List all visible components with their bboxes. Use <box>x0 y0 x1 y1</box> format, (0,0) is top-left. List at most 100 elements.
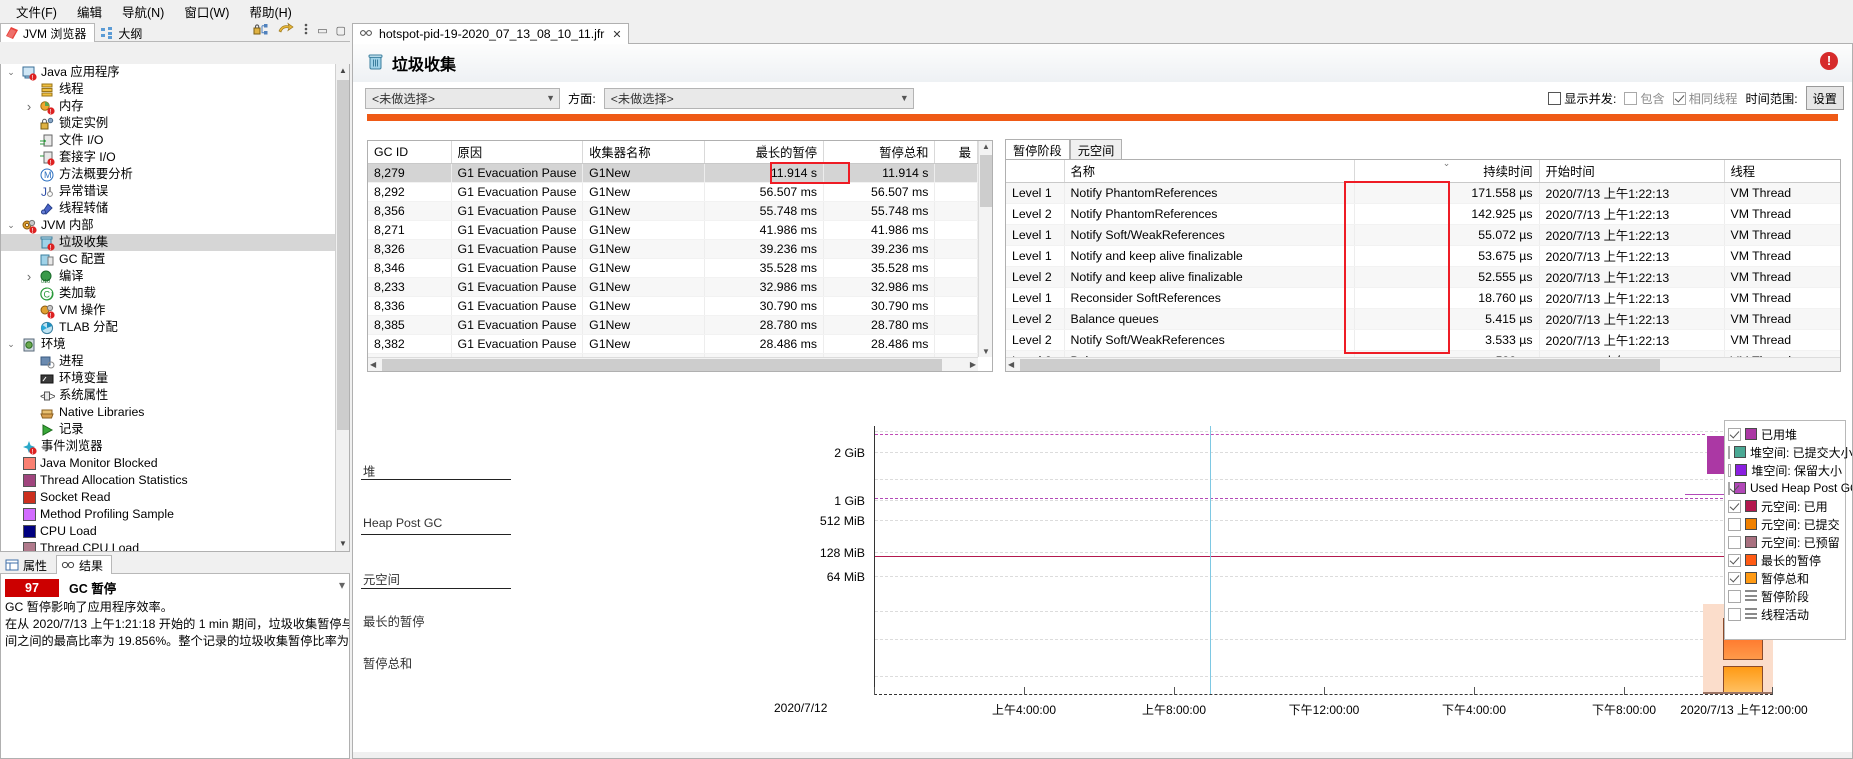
legend-item[interactable]: Used Heap Post GC <box>1728 479 1852 497</box>
tree-item-jvm[interactable]: ⌄! JVM 内部 <box>1 217 335 234</box>
tree-item-[interactable]: 线程转储 <box>1 200 335 217</box>
gc-column-header[interactable]: 原因 <box>451 141 584 164</box>
tree-item-[interactable]: C 类加载 <box>1 285 335 302</box>
scroll-thumb[interactable] <box>980 155 992 207</box>
menu-item-help[interactable]: 帮助(H) <box>239 0 301 23</box>
legend-checkbox[interactable] <box>1728 445 1730 459</box>
phase-column-header[interactable]: 开始时间 <box>1539 160 1725 183</box>
show-concurrent-checkbox[interactable]: 显示并发: <box>1548 89 1616 107</box>
table-row[interactable]: 8,326 G1 Evacuation Pause G1New 39.236 ms 39… <box>368 239 978 259</box>
legend-checkbox[interactable] <box>1728 535 1741 549</box>
lock-toolbar-icon[interactable] <box>253 23 269 39</box>
tab-jvm-browser[interactable]: JVM 浏览器 <box>0 23 96 42</box>
table-row[interactable]: 8,346 G1 Evacuation Pause G1New 35.528 ms 35… <box>368 258 978 278</box>
chevron-right-icon[interactable]: › <box>23 269 35 284</box>
tree-item-i-o[interactable]: 文件 I/O <box>1 132 335 149</box>
phase-column-header[interactable] <box>1006 160 1065 183</box>
legend-item[interactable]: 暂停阶段 <box>1728 587 1842 605</box>
scroll-down-arrow[interactable]: ▼ <box>982 347 990 356</box>
legend-checkbox[interactable] <box>1728 427 1741 441</box>
legend-checkbox[interactable] <box>1728 553 1741 567</box>
gc-table-hscrollbar[interactable]: ◀ ▶ <box>368 357 978 371</box>
tree-item-gc[interactable]: GC 配置 <box>1 251 335 268</box>
tab-outline[interactable]: 大纲 <box>95 23 151 42</box>
phase-column-header[interactable]: 线程 <box>1724 160 1840 183</box>
tree-item-[interactable]: 进程 <box>1 353 335 370</box>
table-row[interactable]: 8,382 G1 Evacuation Pause G1New 28.486 ms 28… <box>368 334 978 354</box>
tree-item-[interactable]: 记录 <box>1 421 335 438</box>
tree-item-[interactable]: ! 事件浏览器 <box>1 438 335 455</box>
scroll-left-arrow[interactable]: ◀ <box>370 360 376 369</box>
tree-item-java[interactable]: ⌄! Java 应用程序 <box>1 64 335 81</box>
tree-item-[interactable]: ›! 内存 <box>1 98 335 115</box>
menu-item-navigate[interactable]: 导航(N) <box>112 0 174 23</box>
maximize-icon[interactable]: ▢ <box>336 24 346 37</box>
legend-item[interactable]: 元空间: 已用 <box>1728 497 1842 515</box>
phase-column-header[interactable]: 持续时间 ⌄ <box>1354 160 1540 183</box>
table-row[interactable]: Level 1 Notify and keep alive finalizable… <box>1006 245 1840 267</box>
collapse-icon[interactable]: ▾ <box>339 578 345 592</box>
tree-item-thread-allocation-statistics[interactable]: Thread Allocation Statistics <box>1 472 335 489</box>
table-row[interactable]: Level 2 Balance queues 5.415 µs 2020/7/13 上… <box>1006 308 1840 330</box>
table-row[interactable]: Level 1 Reconsider SoftReferences 18.760 µ… <box>1006 287 1840 309</box>
scroll-up-arrow[interactable]: ▲ <box>982 142 990 151</box>
menu-item-edit[interactable]: 编辑 <box>67 0 112 23</box>
legend-item[interactable]: 堆空间: 已提交大小 <box>1728 443 1852 461</box>
gc-table[interactable]: GC ID 原因 收集器名称 最长的暂停 ⌄ 暂停总和最 8,279 G1 Evacuati… <box>367 140 993 372</box>
tree-item-[interactable]: J 异常错误 <box>1 183 335 200</box>
chart-cursor-line[interactable] <box>1210 426 1211 694</box>
tree-item-method-profiling-sample[interactable]: Method Profiling Sample <box>1 506 335 523</box>
menu-item-file[interactable]: 文件(F) <box>6 0 67 23</box>
settings-button[interactable]: 设置 <box>1805 86 1844 110</box>
phase-table[interactable]: 名称 持续时间 ⌄ 开始时间 线程 Level 1 Notify PhantomRefer… <box>1005 159 1841 372</box>
scroll-thumb[interactable] <box>382 359 942 371</box>
legend-checkbox[interactable] <box>1728 463 1732 477</box>
gc-column-header[interactable]: 收集器名称 <box>582 141 705 164</box>
tree-item-[interactable]: ! 垃圾收集 <box>1 234 335 251</box>
legend-checkbox[interactable] <box>1728 607 1741 621</box>
gc-column-header[interactable]: GC ID <box>368 141 452 164</box>
tree-item-i-o[interactable]: ! 套接字 I/O <box>1 149 335 166</box>
table-row[interactable]: Level 2 Notify and keep alive finalizable… <box>1006 266 1840 288</box>
same-thread-checkbox[interactable]: 相同线程 <box>1672 89 1737 107</box>
refresh-arrow-icon[interactable] <box>277 22 295 39</box>
timeline-chart[interactable]: 堆 Heap Post GC 元空间 最长的暂停 暂停总和 2 GiB 1 Gi… <box>353 410 1852 758</box>
table-row[interactable]: Level 1 Notify Soft/WeakReferences 55.072 … <box>1006 224 1840 246</box>
editor-tab-jfr[interactable]: hotspot-pid-19-2020_07_13_08_10_11.jfr ✕ <box>352 23 629 44</box>
tree-item-socket-read[interactable]: Socket Read <box>1 489 335 506</box>
tree-vertical-scrollbar[interactable]: ▲ ▼ <box>335 64 349 551</box>
table-row[interactable]: 8,292 G1 Evacuation Pause G1New 56.507 ms 56… <box>368 182 978 202</box>
table-row[interactable]: 8,336 G1 Evacuation Pause G1New 30.790 ms 30… <box>368 296 978 316</box>
tree-item-[interactable]: ⌄ 环境 <box>1 336 335 353</box>
legend-checkbox[interactable] <box>1728 517 1741 531</box>
chevron-down-icon[interactable]: ⌄ <box>5 67 17 78</box>
tree-item-thread-cpu-load[interactable]: Thread CPU Load <box>1 540 335 551</box>
legend-checkbox[interactable] <box>1728 481 1730 495</box>
chart-legend[interactable]: 已用堆 堆空间: 已提交大小 堆空间: 保留大小 Used Heap Post GC 元… <box>1724 420 1852 640</box>
chart-plot-area[interactable] <box>875 426 1773 694</box>
tree-item-[interactable]: <>系统属性 <box>1 387 335 404</box>
jvm-browser-tree[interactable]: ⌄! Java 应用程序 线程 ›! 内存 锁定实例 文件 I/O! 套接字 I/O M 方法概要… <box>0 64 350 552</box>
phase-table-hscrollbar[interactable]: ◀ <box>1006 357 1840 371</box>
legend-item[interactable]: 元空间: 已提交 <box>1728 515 1842 533</box>
table-row[interactable]: Level 1 Notify PhantomReferences 171.558 µ… <box>1006 182 1840 204</box>
legend-item[interactable]: 已用堆 <box>1728 425 1842 443</box>
tree-item-native-libraries[interactable]: Native Libraries <box>1 404 335 421</box>
gc-table-vscrollbar[interactable]: ▲ ▼ <box>978 141 992 357</box>
legend-checkbox[interactable] <box>1728 571 1741 585</box>
chevron-down-icon[interactable]: ⌄ <box>5 339 17 350</box>
error-badge[interactable]: ! <box>1820 52 1838 70</box>
tab-pause-phases[interactable]: 暂停阶段 <box>1005 139 1070 160</box>
scroll-up-arrow[interactable]: ▲ <box>336 64 349 78</box>
phase-column-header[interactable]: 名称 <box>1064 160 1355 183</box>
primary-filter-combo[interactable]: <未做选择> ▼ <box>365 87 560 109</box>
legend-item[interactable]: 最长的暂停 <box>1728 551 1842 569</box>
include-checkbox[interactable]: 包含 <box>1624 89 1665 107</box>
tree-item-tlab[interactable]: TLAB 分配 <box>1 319 335 336</box>
tree-item-[interactable]: 环境变量 <box>1 370 335 387</box>
table-row[interactable]: 8,233 G1 Evacuation Pause G1New 32.986 ms 32… <box>368 277 978 297</box>
scroll-down-arrow[interactable]: ▼ <box>336 537 349 551</box>
scroll-thumb[interactable] <box>1020 359 1660 371</box>
close-icon[interactable]: ✕ <box>612 28 621 41</box>
gc-column-header[interactable]: 最 <box>934 141 978 164</box>
